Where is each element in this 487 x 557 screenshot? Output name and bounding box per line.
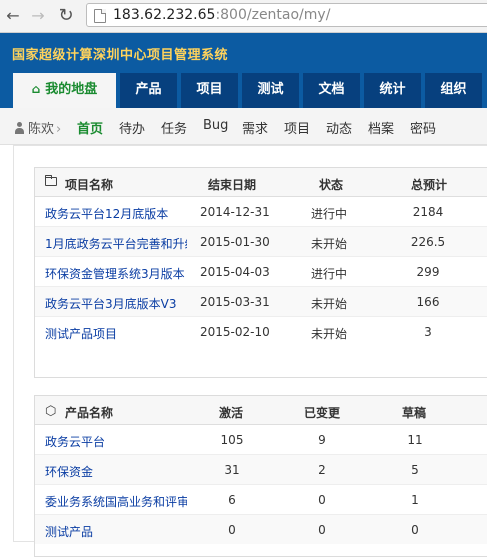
subnav-task[interactable]: 任务 bbox=[161, 118, 187, 137]
subnav-profile[interactable]: 档案 bbox=[368, 118, 394, 137]
tab-label: 我的地盘 bbox=[45, 82, 98, 97]
user-icon bbox=[14, 122, 25, 134]
col-project-name: 项目名称 bbox=[65, 178, 114, 192]
table-row: 测试产品项目 2015-02-10 未开始 3 bbox=[35, 317, 487, 346]
changed-count: 0 bbox=[318, 523, 326, 537]
table-row: 测试产品 0 0 0 bbox=[35, 515, 487, 544]
estimate: 2184 bbox=[412, 205, 444, 219]
estimate: 166 bbox=[416, 295, 440, 309]
status: 未开始 bbox=[311, 297, 348, 311]
tab-org[interactable]: 组织 bbox=[425, 73, 482, 108]
reload-icon[interactable]: ↻ bbox=[55, 5, 77, 27]
tab-my[interactable]: ⌂ 我的地盘 bbox=[13, 73, 116, 108]
current-user[interactable]: 陈欢 › bbox=[14, 118, 61, 137]
end-date: 2015-02-10 bbox=[200, 325, 270, 339]
project-link[interactable]: 1月底政务云平台完善和升级 bbox=[45, 235, 187, 252]
col-changed: 已变更 bbox=[304, 406, 341, 420]
col-product-name: 产品名称 bbox=[65, 406, 114, 420]
subnav-bug[interactable]: Bug bbox=[203, 118, 228, 133]
col-end-date: 结束日期 bbox=[208, 178, 257, 192]
changed-count: 9 bbox=[318, 433, 326, 447]
draft-count: 5 bbox=[411, 463, 419, 477]
end-date: 2015-03-31 bbox=[200, 295, 270, 309]
subnav-project[interactable]: 项目 bbox=[284, 118, 310, 137]
cube-icon: ⬡ bbox=[45, 404, 57, 419]
main-content: 项目名称 结束日期 状态 总预计 政务云平台12月底版本 2014-12-31 … bbox=[13, 145, 487, 557]
folder-icon bbox=[45, 175, 57, 186]
subnav-dynamic[interactable]: 动态 bbox=[326, 118, 352, 137]
end-date: 2014-12-31 bbox=[200, 205, 270, 219]
address-bar[interactable]: 183.62.232.65:800/zentao/my/ bbox=[86, 3, 487, 27]
table-row: 政务云平台3月底版本V3 2015-03-31 未开始 166 bbox=[35, 287, 487, 317]
project-table-header: 项目名称 结束日期 状态 总预计 bbox=[35, 168, 487, 197]
table-row: 环保资金管理系统3月版本 2015-04-03 进行中 299 bbox=[35, 257, 487, 287]
active-count: 0 bbox=[228, 523, 236, 537]
tab-stats[interactable]: 统计 bbox=[364, 73, 421, 108]
active-count: 105 bbox=[220, 433, 244, 447]
product-panel: ⬡ 产品名称 激活 已变更 草稿 政务云平台 105 9 11 环保资金 31 … bbox=[34, 395, 487, 557]
app-header: 国家超级计算深圳中心项目管理系统 ⌂ 我的地盘 产品 项目 测试 文档 统计 组织 bbox=[0, 33, 487, 108]
active-count: 6 bbox=[228, 493, 236, 507]
sub-nav: 陈欢 › 首页 待办 任务 Bug 需求 项目 动态 档案 密码 bbox=[0, 108, 487, 145]
product-link[interactable]: 委业务系统国高业务和评审 bbox=[45, 493, 187, 510]
separator: › bbox=[56, 122, 62, 137]
table-row: 1月底政务云平台完善和升级 2015-01-30 未开始 226.5 bbox=[35, 227, 487, 257]
subnav-story[interactable]: 需求 bbox=[242, 118, 268, 137]
forward-arrow-icon[interactable]: → bbox=[27, 5, 49, 27]
draft-count: 1 bbox=[411, 493, 419, 507]
project-link[interactable]: 政务云平台3月底版本V3 bbox=[45, 295, 187, 312]
status: 未开始 bbox=[311, 237, 348, 251]
product-link[interactable]: 政务云平台 bbox=[45, 433, 187, 450]
home-icon: ⌂ bbox=[31, 82, 41, 96]
tab-project[interactable]: 项目 bbox=[181, 73, 238, 108]
project-link[interactable]: 政务云平台12月底版本 bbox=[45, 205, 187, 222]
table-row: 委业务系统国高业务和评审 6 0 1 bbox=[35, 485, 487, 515]
subnav-password[interactable]: 密码 bbox=[410, 118, 436, 137]
end-date: 2015-04-03 bbox=[200, 265, 270, 279]
subnav-home[interactable]: 首页 bbox=[77, 118, 103, 137]
url-path: :800/zentao/my/ bbox=[215, 7, 331, 23]
product-table-header: ⬡ 产品名称 激活 已变更 草稿 bbox=[35, 396, 487, 425]
col-status: 状态 bbox=[319, 178, 344, 192]
subnav-todo[interactable]: 待办 bbox=[119, 118, 145, 137]
col-active: 激活 bbox=[219, 406, 244, 420]
status: 进行中 bbox=[311, 267, 348, 281]
back-arrow-icon[interactable]: ← bbox=[2, 5, 24, 27]
page-icon bbox=[94, 9, 106, 23]
changed-count: 2 bbox=[318, 463, 326, 477]
product-link[interactable]: 测试产品 bbox=[45, 523, 187, 540]
col-draft: 草稿 bbox=[402, 406, 427, 420]
project-link[interactable]: 测试产品项目 bbox=[45, 325, 187, 342]
main-nav: ⌂ 我的地盘 产品 项目 测试 文档 统计 组织 bbox=[13, 73, 486, 108]
end-date: 2015-01-30 bbox=[200, 235, 270, 249]
status: 未开始 bbox=[311, 327, 348, 341]
draft-count: 0 bbox=[411, 523, 419, 537]
col-estimate: 总预计 bbox=[411, 178, 448, 192]
changed-count: 0 bbox=[318, 493, 326, 507]
table-row: 环保资金 31 2 5 bbox=[35, 455, 487, 485]
project-link[interactable]: 环保资金管理系统3月版本 bbox=[45, 265, 187, 282]
estimate: 299 bbox=[416, 265, 440, 279]
table-row: 政务云平台12月底版本 2014-12-31 进行中 2184 bbox=[35, 197, 487, 227]
user-name: 陈欢 bbox=[28, 122, 55, 137]
tab-product[interactable]: 产品 bbox=[120, 73, 177, 108]
status: 进行中 bbox=[311, 207, 348, 221]
tab-test[interactable]: 测试 bbox=[242, 73, 299, 108]
estimate: 3 bbox=[424, 325, 432, 339]
draft-count: 11 bbox=[407, 433, 423, 447]
project-panel: 项目名称 结束日期 状态 总预计 政务云平台12月底版本 2014-12-31 … bbox=[34, 167, 487, 378]
active-count: 31 bbox=[224, 463, 240, 477]
product-link[interactable]: 环保资金 bbox=[45, 463, 187, 480]
url-host: 183.62.232.65 bbox=[113, 7, 216, 23]
estimate: 226.5 bbox=[410, 235, 446, 249]
browser-toolbar: ← → ↻ 183.62.232.65:800/zentao/my/ bbox=[0, 0, 487, 33]
system-title: 国家超级计算深圳中心项目管理系统 bbox=[12, 48, 229, 63]
table-row: 政务云平台 105 9 11 bbox=[35, 425, 487, 455]
tab-doc[interactable]: 文档 bbox=[303, 73, 360, 108]
